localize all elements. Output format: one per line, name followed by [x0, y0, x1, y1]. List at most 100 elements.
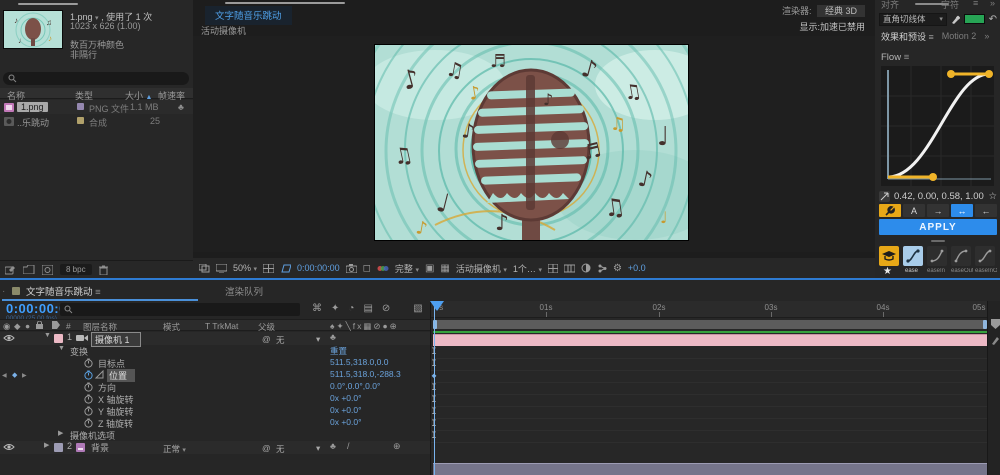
region-of-interest-icon[interactable]: ▣	[425, 263, 434, 274]
stopwatch-icon[interactable]	[84, 382, 93, 392]
current-time-button[interactable]: 0:00:00:00	[297, 263, 340, 273]
parent-select[interactable]: 无	[276, 443, 285, 455]
hide-shy-layers-icon[interactable]: ◔	[348, 303, 354, 314]
view-select[interactable]: 活动摄像机 ▾	[456, 262, 507, 275]
flow-graph-icon[interactable]	[879, 191, 890, 202]
snapshot-icon[interactable]	[346, 264, 357, 273]
panel-menu-icon[interactable]: ≡	[929, 32, 934, 42]
composition-mini-flowchart-icon[interactable]: ⌘	[312, 303, 322, 314]
channels-icon[interactable]	[377, 264, 389, 273]
always-preview-icon[interactable]	[199, 264, 210, 273]
favorite-star-icon[interactable]: ☆	[988, 191, 997, 202]
tab-overflow-icon[interactable]: »	[984, 31, 989, 41]
row-name[interactable]: 1.png	[17, 102, 48, 112]
property-value[interactable]: 0x +0.0°	[330, 393, 362, 403]
layer-name[interactable]: 背景	[91, 441, 109, 454]
panel-menu-icon[interactable]: ≡	[973, 0, 978, 8]
flow-library-button[interactable]	[879, 246, 899, 266]
tab-composition[interactable]: 文字随音乐跳动	[205, 6, 292, 25]
interpret-footage-button[interactable]	[5, 265, 16, 275]
playhead-line[interactable]	[434, 301, 435, 475]
font-family-select[interactable]: 直角切线体▾	[879, 13, 947, 26]
panel-close-icon[interactable]: ·	[2, 286, 5, 297]
eyedropper-icon[interactable]	[951, 14, 960, 24]
flow-ease-out-button[interactable]: →	[927, 204, 949, 217]
delete-icon[interactable]	[99, 265, 108, 275]
renderer-value-button[interactable]: 经典 3D	[817, 5, 865, 17]
mask-visibility-icon[interactable]	[280, 264, 291, 273]
camera-layer-bar[interactable]	[433, 334, 996, 346]
comp-marker-bin-icon[interactable]	[991, 319, 1000, 329]
project-row-comp[interactable]: ..乐跳动 合成 25	[0, 114, 193, 128]
flow-wrench-button[interactable]	[879, 204, 901, 217]
fill-color-swatch[interactable]	[964, 14, 985, 24]
stopwatch-icon[interactable]	[84, 394, 93, 404]
flow-curve-editor[interactable]	[881, 66, 994, 186]
timeline-button-icon[interactable]	[597, 264, 607, 273]
parent-pickwhip-icon[interactable]: @	[262, 334, 271, 344]
exposure-reset-icon[interactable]: ⚙	[613, 263, 622, 274]
layer-row-camera[interactable]: ▼ 1 摄像机 1 @ 无 ▾ ♣	[0, 332, 430, 345]
property-value[interactable]: 511.5,318.0,-288.3	[330, 369, 401, 379]
favorites-filter-icon[interactable]: ★	[883, 266, 892, 277]
footage-thumbnail[interactable]: ♪ ♫ ♩ ♪	[3, 10, 63, 49]
magnification-select[interactable]: 50% ▾	[233, 263, 257, 273]
keyframe-prev-icon[interactable]: ◀	[2, 372, 7, 379]
row-name[interactable]: ..乐跳动	[17, 116, 49, 129]
swap-colors-icon[interactable]: ↶	[989, 14, 997, 25]
flow-ease-both-button[interactable]: ↔	[951, 204, 973, 217]
project-row-png[interactable]: 1.png PNG 文件 1.1 MB ♣	[0, 100, 193, 114]
pixel-aspect-icon[interactable]	[564, 264, 575, 273]
work-area-bar[interactable]	[433, 320, 987, 329]
tab-overflow-icon[interactable]: »	[990, 0, 995, 8]
eye-icon[interactable]	[3, 334, 15, 342]
label-color-swatch[interactable]	[77, 103, 84, 110]
panel-grip[interactable]	[931, 240, 945, 242]
layer-row-background[interactable]: ▶ 2 背景 正常 ▾ @ 无 ▾ ♣ / ⊕	[0, 441, 430, 454]
property-value[interactable]: 0x +0.0°	[330, 405, 362, 415]
grid-guides-icon[interactable]	[548, 264, 558, 273]
tab-render-queue[interactable]: 渲染队列	[225, 284, 263, 298]
property-value[interactable]: 0.0°,0.0°,0.0°	[330, 381, 380, 391]
graph-toggle-icon[interactable]	[95, 370, 104, 379]
show-snapshot-icon[interactable]: ◻	[363, 263, 371, 274]
stopwatch-icon[interactable]	[84, 358, 93, 368]
preset-ease-in[interactable]	[927, 246, 947, 266]
composition-canvas[interactable]: ♪ ♫ ♬ ♪ ♫ ♩ ♪ ♫ ♪ ♩ ♫ ♪ ♬ ♪ ♪ ♫	[193, 36, 875, 252]
apply-button[interactable]: APPLY	[879, 219, 997, 235]
layer-label-swatch[interactable]	[54, 334, 63, 343]
stopwatch-active-icon[interactable]	[84, 370, 93, 380]
time-ruler[interactable]: 0s 01s 02s 03s 04s 05s	[431, 301, 987, 318]
motion-blur-icon[interactable]: ⊘	[382, 303, 390, 314]
layer-label-swatch[interactable]	[54, 443, 63, 452]
stopwatch-icon[interactable]	[84, 406, 93, 416]
preset-ease[interactable]	[903, 246, 923, 266]
panel-menu-icon[interactable]: ≡	[904, 52, 910, 63]
timeline-track-area[interactable]: 0s 01s 02s 03s 04s 05s I I ◆ I	[430, 301, 1000, 475]
exposure-value[interactable]: +0.0	[628, 263, 646, 273]
reset-link[interactable]: 重置	[330, 345, 347, 357]
tab-motion2[interactable]: Motion 2	[942, 31, 977, 41]
motion-blur-switch-icon[interactable]: ⊕	[393, 441, 401, 452]
brush-icon[interactable]	[991, 335, 1000, 345]
draft-quality-icon[interactable]: /	[347, 441, 350, 451]
new-folder-button[interactable]	[23, 265, 35, 274]
property-value[interactable]: 0x +0.0°	[330, 417, 362, 427]
playhead-handle[interactable]	[430, 301, 444, 311]
tab-timeline-comp[interactable]: 文字随音乐跳动 ≡	[26, 284, 101, 298]
bezier-values[interactable]: 0.42, 0.00, 0.58, 1.00	[894, 191, 984, 202]
panel-menu-icon[interactable]: ≡	[95, 287, 101, 298]
expand-icon[interactable]: ▼	[58, 345, 65, 352]
preset-ease-out[interactable]	[951, 246, 971, 266]
parent-pickwhip-icon[interactable]: @	[262, 443, 271, 453]
panel-grip[interactable]	[18, 3, 78, 5]
expand-icon[interactable]: ▶	[44, 441, 49, 449]
resolution-select[interactable]: 完整 ▾	[395, 262, 419, 275]
graph-editor-icon[interactable]: ▧	[413, 303, 422, 314]
keyframe-next-icon[interactable]: ▶	[22, 372, 27, 379]
bit-depth-button[interactable]: 8 bpc	[60, 264, 92, 275]
flow-ease-in-button[interactable]: ←	[975, 204, 997, 217]
eye-icon[interactable]	[3, 443, 15, 451]
keyframe-add-icon[interactable]: ◆	[12, 371, 17, 379]
trkmat-column[interactable]: T TrkMat	[205, 321, 238, 331]
